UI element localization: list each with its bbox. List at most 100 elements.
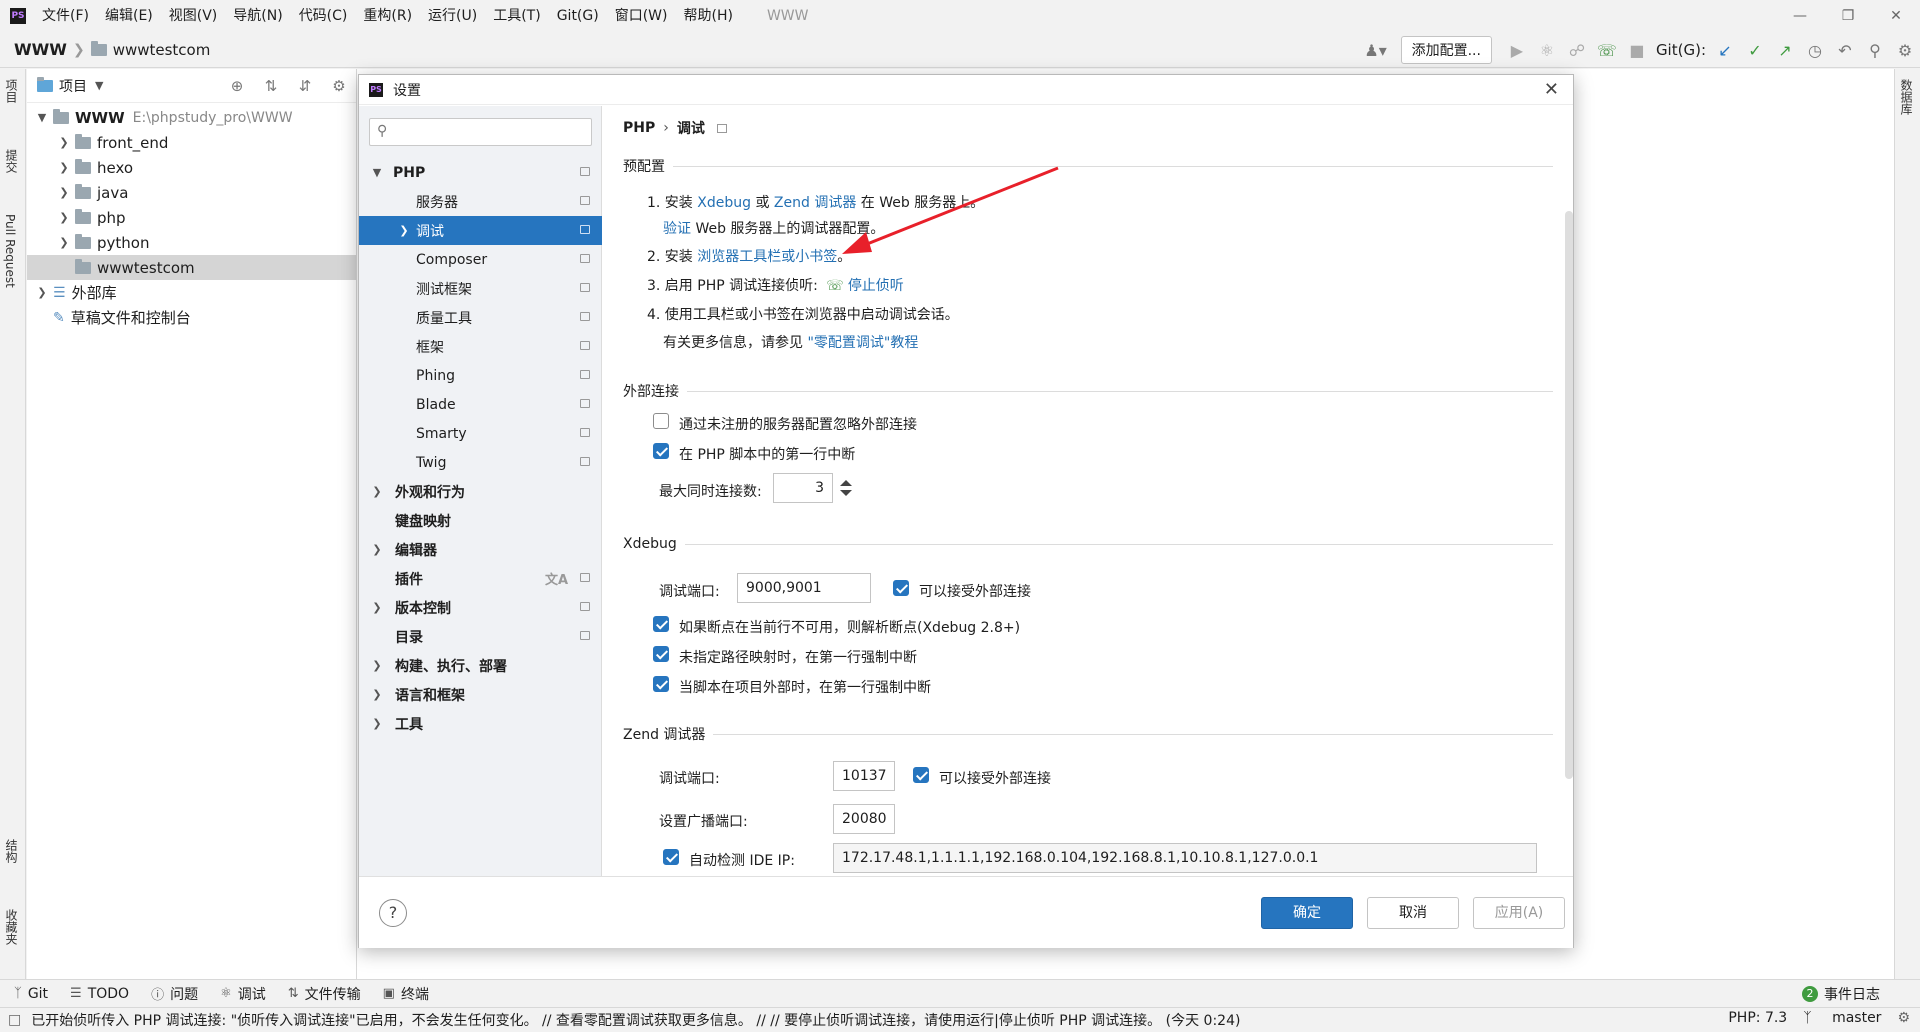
zend-port-input[interactable]: 10137 — [833, 761, 895, 791]
restore-icon[interactable]: ❐ — [1824, 0, 1872, 32]
chevron-right-icon[interactable]: ❯ — [53, 211, 75, 224]
zend-debugger-link[interactable]: Zend 调试器 — [774, 195, 856, 211]
zend-accept-external-checkbox[interactable] — [913, 767, 929, 783]
settings-item-languages[interactable]: ❯ 语言和框架 — [359, 680, 602, 709]
tree-row-python[interactable]: ❯ python — [27, 230, 356, 255]
chevron-down-icon[interactable]: ▼ — [367, 166, 387, 179]
tool-todo[interactable]: ☰ TODO — [70, 986, 129, 1002]
xdebug-accept-external-checkbox[interactable] — [893, 580, 909, 596]
tab-project[interactable]: 项目 — [3, 79, 20, 103]
auto-detect-ip-input[interactable]: 172.17.48.1,1.1.1.1,192.168.0.104,192.16… — [833, 843, 1537, 873]
max-connections-stepper[interactable] — [835, 473, 857, 503]
settings-item-php[interactable]: ▼ PHP — [359, 158, 602, 187]
listen-debug-icon[interactable]: ☏ — [1592, 41, 1622, 60]
ignore-unregistered-checkbox[interactable] — [653, 413, 669, 429]
xdebug-port-input[interactable]: 9000,9001 — [737, 573, 871, 603]
menu-run[interactable]: 运行(U) — [420, 0, 485, 32]
settings-item-directories[interactable]: 目录 — [359, 622, 602, 651]
auto-detect-ip-checkbox[interactable] — [663, 849, 679, 865]
chevron-right-icon[interactable]: ❯ — [367, 688, 387, 701]
tab-commit[interactable]: 提交 — [3, 149, 20, 173]
stop-icon[interactable]: ■ — [1622, 41, 1652, 60]
chevron-right-icon[interactable]: ❯ — [367, 543, 387, 556]
menu-code[interactable]: 代码(C) — [291, 0, 356, 32]
help-button[interactable]: ? — [379, 899, 407, 927]
browser-toolbar-link[interactable]: 浏览器工具栏或小书签 — [697, 249, 837, 265]
locate-icon[interactable]: ⊕ — [220, 77, 254, 95]
ok-button[interactable]: 确定 — [1261, 897, 1353, 929]
menu-window[interactable]: 窗口(W) — [607, 0, 676, 32]
chevron-down-icon[interactable]: ▼ — [31, 111, 53, 124]
tree-row-hexo[interactable]: ❯ hexo — [27, 155, 356, 180]
settings-item-quality-tools[interactable]: 质量工具 — [359, 303, 602, 332]
git-branch[interactable]: ᛉ master — [1803, 1010, 1881, 1026]
git-update-icon[interactable]: ↙ — [1710, 41, 1740, 60]
break-first-line-checkbox[interactable] — [653, 443, 669, 459]
git-push-icon[interactable]: ↗ — [1770, 41, 1800, 60]
menu-file[interactable]: 文件(F) — [34, 0, 97, 32]
tree-row-wwwtestcom[interactable]: wwwtestcom — [27, 255, 356, 280]
settings-item-build[interactable]: ❯ 构建、执行、部署 — [359, 651, 602, 680]
chevron-right-icon[interactable]: ❯ — [367, 601, 387, 614]
collapse-all-icon[interactable]: ⇵ — [288, 77, 322, 95]
chevron-right-icon[interactable]: ❯ — [367, 485, 387, 498]
tree-row-root[interactable]: ▼ WWW E:\phpstudy_pro\WWW — [27, 105, 356, 130]
chevron-right-icon[interactable]: ❯ — [53, 236, 75, 249]
tool-problems[interactable]: ⓘ 问题 — [151, 984, 198, 1004]
settings-item-servers[interactable]: 服务器 — [359, 187, 602, 216]
menu-refactor[interactable]: 重构(R) — [355, 0, 420, 32]
tab-pull-request[interactable]: Pull Request — [3, 214, 17, 288]
resolve-breakpoint-checkbox[interactable] — [653, 616, 669, 632]
tree-row-scratches[interactable]: ✎ 草稿文件和控制台 — [27, 305, 356, 330]
menu-navigate[interactable]: 导航(N) — [225, 0, 290, 32]
status-toggle-icon[interactable]: □ — [8, 1012, 21, 1028]
close-icon[interactable]: ✕ — [1544, 79, 1559, 100]
settings-item-frameworks[interactable]: 框架 — [359, 332, 602, 361]
force-break-outside-checkbox[interactable] — [653, 676, 669, 692]
settings-item-plugins[interactable]: 插件 文A — [359, 564, 602, 593]
settings-item-vcs[interactable]: ❯ 版本控制 — [359, 593, 602, 622]
settings-item-keymap[interactable]: 键盘映射 — [359, 506, 602, 535]
settings-item-test-frameworks[interactable]: 测试框架 — [359, 274, 602, 303]
tool-terminal[interactable]: ▣ 终端 — [383, 984, 429, 1004]
search-icon[interactable]: ⚲ — [1860, 41, 1890, 60]
project-panel-title[interactable]: 项目 — [59, 76, 87, 96]
lock-icon[interactable]: ⚙ — [1897, 1010, 1910, 1026]
menu-tools[interactable]: 工具(T) — [485, 0, 548, 32]
zero-config-tutorial-link[interactable]: "零配置调试"教程 — [807, 335, 918, 351]
chevron-right-icon[interactable]: ❯ — [367, 659, 387, 672]
tool-file-transfer[interactable]: ⇅ 文件传输 — [288, 984, 361, 1004]
menu-view[interactable]: 视图(V) — [161, 0, 226, 32]
chevron-down-icon[interactable]: ▼ — [95, 79, 103, 92]
tool-debug[interactable]: ⚛ 调试 — [220, 984, 266, 1004]
tool-git[interactable]: ᛉ Git — [14, 986, 48, 1002]
chevron-right-icon[interactable]: ❯ — [394, 224, 414, 237]
cancel-button[interactable]: 取消 — [1367, 897, 1459, 929]
tree-row-front-end[interactable]: ❯ front_end — [27, 130, 356, 155]
menu-help[interactable]: 帮助(H) — [675, 0, 740, 32]
apply-button[interactable]: 应用(A) — [1473, 897, 1565, 929]
chevron-right-icon[interactable]: ❯ — [367, 717, 387, 730]
tab-favorites[interactable]: 收藏夹 — [3, 909, 20, 945]
settings-item-debug[interactable]: ❯ 调试 — [359, 216, 602, 245]
settings-item-smarty[interactable]: Smarty — [359, 419, 602, 448]
tree-row-php[interactable]: ❯ php — [27, 205, 356, 230]
menu-git[interactable]: Git(G) — [549, 0, 607, 32]
settings-item-appearance[interactable]: ❯ 外观和行为 — [359, 477, 602, 506]
verify-link[interactable]: 验证 — [663, 221, 691, 237]
expand-all-icon[interactable]: ⇅ — [254, 77, 288, 95]
content-scrollbar[interactable] — [1565, 211, 1573, 779]
debug-icon[interactable]: ⚛ — [1532, 41, 1562, 60]
event-log-button[interactable]: 2 事件日志 — [1802, 984, 1880, 1004]
force-break-unmapped-checkbox[interactable] — [653, 646, 669, 662]
status-message[interactable]: 已开始侦听传入 PHP 调试连接: "侦听传入调试连接"已启用，不会发生任何变化… — [31, 1010, 1240, 1030]
chevron-right-icon[interactable]: ❯ — [31, 286, 53, 299]
close-icon[interactable]: ✕ — [1872, 0, 1920, 32]
settings-item-tools[interactable]: ❯ 工具 — [359, 709, 602, 738]
settings-gear-icon[interactable]: ⚙ — [1890, 41, 1920, 60]
settings-search-input[interactable]: ⚲ — [369, 118, 592, 146]
stop-listening-link[interactable]: 停止侦听 — [848, 278, 904, 294]
chevron-right-icon[interactable]: ❯ — [53, 161, 75, 174]
xdebug-link[interactable]: Xdebug — [697, 195, 751, 211]
git-commit-icon[interactable]: ✓ — [1740, 41, 1770, 60]
